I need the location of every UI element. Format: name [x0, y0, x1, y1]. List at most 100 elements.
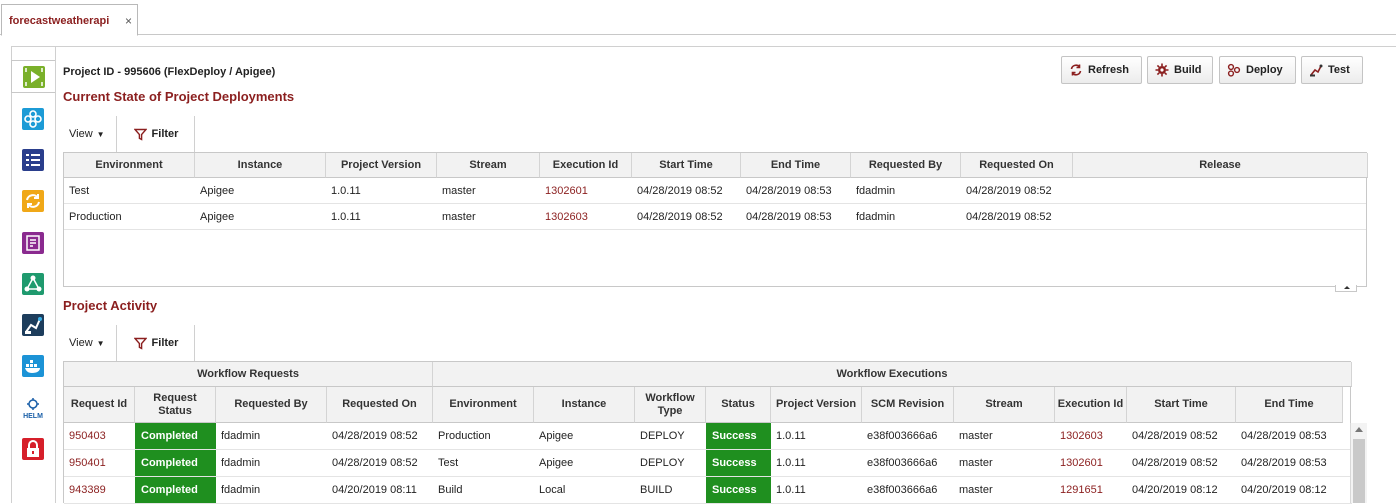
table-cell: e38f003666a6 [867, 457, 938, 469]
table-cell: fdadmin [856, 184, 896, 197]
filter-icon [133, 128, 147, 141]
sidebar-item-report[interactable] [11, 226, 55, 259]
activity-scrollbar[interactable] [1350, 423, 1367, 503]
table-cell: fdadmin [221, 457, 261, 469]
activity-toolbar: View ▼ Filter [63, 325, 263, 361]
table-cell: fdadmin [221, 430, 261, 442]
status-badge: Success [706, 423, 771, 449]
robot-icon [22, 313, 44, 336]
table-row[interactable]: Test Apigee 1.0.11 master 1302601 04/28/2019 … [64, 178, 1366, 204]
scrollbar-thumb[interactable] [1353, 439, 1365, 503]
scroll-up-icon[interactable] [1355, 427, 1363, 432]
table-cell: 04/28/2019 08:53 [746, 184, 832, 197]
toolbar-separator [116, 116, 117, 152]
filter-label: Filter [151, 337, 179, 349]
column-header[interactable]: Instance [195, 153, 326, 178]
table-cell: 04/20/2019 08:12 [1241, 484, 1327, 496]
tab-forecastweatherapi[interactable]: forecastweatherapi × [1, 4, 138, 36]
table-cell: 1.0.11 [776, 430, 806, 442]
column-header[interactable]: Start Time [1127, 387, 1236, 423]
sidebar-item-workflow[interactable] [11, 267, 55, 300]
table-cell: 04/28/2019 08:52 [1132, 430, 1218, 442]
column-header[interactable]: Start Time [632, 153, 741, 178]
view-menu[interactable]: View ▼ [69, 337, 105, 349]
table-cell: Production [438, 430, 491, 442]
table-cell: BUILD [640, 484, 673, 496]
column-header[interactable]: SCM Revision [862, 387, 954, 423]
column-header[interactable]: Requested By [216, 387, 327, 423]
sidebar-item-security[interactable] [11, 432, 55, 465]
left-icon-bar: HELM [11, 60, 55, 503]
workflow-icon [22, 272, 44, 295]
sidebar-item-execute[interactable] [11, 60, 55, 93]
execution-id-link[interactable]: 1302603 [540, 204, 632, 229]
column-header[interactable]: Project Version [771, 387, 862, 423]
table-cell: 04/28/2019 08:52 [966, 184, 1052, 197]
execution-id-link[interactable]: 1291651 [1055, 477, 1127, 503]
table-row[interactable]: 950401 Completed fdadmin 04/28/2019 08:52 Te… [64, 450, 1352, 477]
sidebar-item-checklist[interactable] [11, 143, 55, 176]
table-row[interactable]: 943389 Completed fdadmin 04/20/2019 08:11 Bu… [64, 477, 1352, 504]
column-header[interactable]: Release [1073, 153, 1368, 178]
sidebar-item-helm[interactable]: HELM [11, 391, 55, 424]
request-id-link[interactable]: 950401 [64, 450, 135, 476]
helm-icon: HELM [23, 397, 43, 420]
column-header[interactable]: Execution Id [1055, 387, 1127, 423]
column-header[interactable]: Request Status [135, 387, 216, 423]
request-id-link[interactable]: 950403 [64, 423, 135, 449]
column-header[interactable]: End Time [1236, 387, 1343, 423]
request-status-badge: Completed [135, 477, 216, 503]
table-cell: Local [539, 484, 566, 496]
column-header[interactable]: Workflow Type [635, 387, 706, 423]
table-cell: Apigee [539, 430, 574, 442]
build-button[interactable]: Build [1147, 56, 1213, 84]
sidebar-item-docker[interactable] [11, 349, 55, 382]
column-header[interactable]: End Time [741, 153, 851, 178]
deploy-button[interactable]: Deploy [1219, 56, 1296, 84]
close-icon[interactable]: × [125, 14, 132, 28]
filter-icon [133, 337, 147, 350]
caret-down-icon: ▼ [96, 129, 105, 139]
sync-icon [22, 189, 44, 212]
view-menu[interactable]: View ▼ [69, 128, 105, 140]
column-header[interactable]: Requested By [851, 153, 961, 178]
request-status-badge: Completed [135, 423, 216, 449]
column-header[interactable]: Requested On [327, 387, 433, 423]
activity-header-row: Request Id Request Status Requested By Requ… [64, 387, 1352, 423]
column-header[interactable]: Request Id [64, 387, 135, 423]
execution-id-link[interactable]: 1302601 [1055, 450, 1127, 476]
tab-bar: forecastweatherapi × [0, 0, 1396, 36]
filter-button[interactable]: Filter [118, 116, 195, 152]
status-badge: Success [706, 477, 771, 503]
table-cell [1073, 178, 1368, 203]
table-cell: master [959, 430, 993, 442]
table-cell: Build [438, 484, 463, 496]
column-header[interactable]: Project Version [326, 153, 437, 178]
test-button[interactable]: Test [1301, 56, 1363, 84]
column-header[interactable]: Stream [954, 387, 1055, 423]
column-header[interactable]: Environment [64, 153, 195, 178]
filter-button[interactable]: Filter [118, 325, 195, 361]
column-header[interactable]: Environment [433, 387, 534, 423]
column-header[interactable]: Requested On [961, 153, 1073, 178]
deploy-icon [1227, 63, 1241, 77]
column-header[interactable]: Instance [534, 387, 635, 423]
docker-icon [22, 354, 44, 377]
column-header[interactable]: Execution Id [540, 153, 632, 178]
request-id-link[interactable]: 943389 [64, 477, 135, 503]
sidebar-item-robot[interactable] [11, 308, 55, 341]
table-row[interactable]: 950403 Completed fdadmin 04/28/2019 08:52 Pr… [64, 423, 1352, 450]
sidebar-item-integration[interactable] [11, 102, 55, 135]
table-row[interactable]: Production Apigee 1.0.11 master 1302603 04/28… [64, 204, 1366, 230]
execution-id-link[interactable]: 1302603 [1055, 423, 1127, 449]
refresh-button[interactable]: Refresh [1061, 56, 1142, 84]
column-header[interactable]: Status [706, 387, 771, 423]
table-cell [1073, 204, 1368, 229]
splitter-collapse-button[interactable] [1335, 285, 1357, 292]
sidebar-item-sync[interactable] [11, 184, 55, 217]
execution-id-link[interactable]: 1302601 [540, 178, 632, 203]
column-header[interactable]: Stream [437, 153, 540, 178]
lock-icon [22, 437, 44, 460]
content-divider [55, 47, 56, 503]
status-badge: Success [706, 450, 771, 476]
